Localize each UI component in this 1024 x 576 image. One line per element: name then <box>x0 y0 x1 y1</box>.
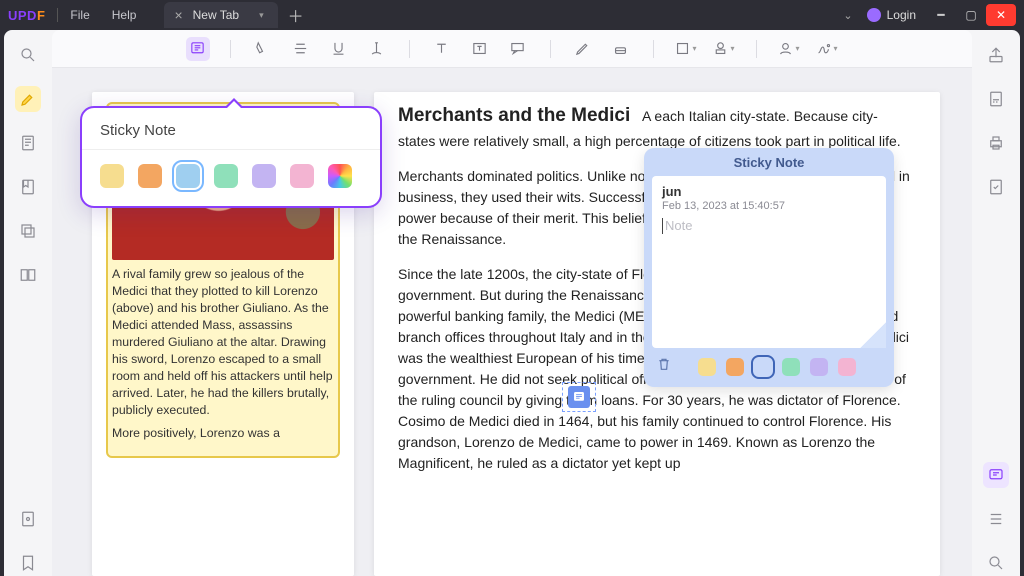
sticker-tool[interactable]: ▾ <box>777 37 801 61</box>
export-pdf-icon[interactable] <box>983 86 1009 112</box>
tab-new[interactable]: × New Tab ▾ <box>164 2 277 28</box>
panel-swatch-yellow[interactable] <box>698 358 716 376</box>
right-sidebar <box>972 30 1020 576</box>
menu-help[interactable]: Help <box>112 8 137 22</box>
swatch-purple[interactable] <box>252 164 276 188</box>
panel-swatch-blue[interactable] <box>754 358 772 376</box>
swatch-custom-color[interactable] <box>328 164 352 188</box>
app-brand: UPDF <box>8 8 45 23</box>
menu-file[interactable]: File <box>70 8 89 22</box>
zoom-icon[interactable] <box>983 550 1009 576</box>
dogear-icon <box>860 322 886 348</box>
popover-swatches <box>82 150 380 206</box>
bookmarks-icon[interactable] <box>15 174 41 200</box>
swatch-green[interactable] <box>214 164 238 188</box>
panel-swatch-orange[interactable] <box>726 358 744 376</box>
textbox-tool[interactable] <box>468 37 492 61</box>
stamp-tool[interactable]: ▾ <box>712 37 736 61</box>
underline-tool[interactable] <box>327 37 351 61</box>
sticky-note-tool[interactable] <box>186 37 210 61</box>
highlight-tool[interactable] <box>251 37 275 61</box>
sticky-note-panel[interactable]: Sticky Note jun Feb 13, 2023 at 15:40:57… <box>644 148 894 387</box>
tab-close-icon[interactable]: × <box>174 7 182 23</box>
window-minimize-button[interactable]: ━ <box>926 4 956 26</box>
panel-swatch-pink[interactable] <box>838 358 856 376</box>
comment-panel-icon[interactable] <box>983 462 1009 488</box>
compare-icon[interactable] <box>15 262 41 288</box>
share-icon[interactable] <box>983 42 1009 68</box>
pencil-tool[interactable] <box>571 37 595 61</box>
sticky-note-popover: Sticky Note <box>80 106 382 208</box>
sticky-panel-title: Sticky Note <box>644 148 894 176</box>
panel-swatch-green[interactable] <box>782 358 800 376</box>
signature-tool[interactable]: ▾ <box>815 37 839 61</box>
tab-add-button[interactable]: ＋ <box>288 3 304 27</box>
sticky-note-input[interactable]: Note <box>662 218 876 234</box>
popover-title: Sticky Note <box>82 108 380 150</box>
panel-swatch-purple[interactable] <box>810 358 828 376</box>
left-sidebar <box>4 30 52 576</box>
note-marker-icon[interactable] <box>568 386 590 408</box>
callout-text-1: A rival family grew so jealous of the Me… <box>112 266 334 419</box>
sticky-author: jun <box>662 184 876 199</box>
bookmark-ribbon-icon[interactable] <box>15 550 41 576</box>
swatch-orange[interactable] <box>138 164 162 188</box>
callout-tool[interactable] <box>506 37 530 61</box>
swatch-yellow[interactable] <box>100 164 124 188</box>
strikethrough-tool[interactable] <box>289 37 313 61</box>
window-maximize-button[interactable]: ▢ <box>956 4 986 26</box>
delete-note-button[interactable] <box>656 356 672 377</box>
annotate-tool-icon[interactable] <box>15 86 41 112</box>
swatch-blue[interactable] <box>176 164 200 188</box>
tab-dropdown-icon[interactable]: ▾ <box>259 10 264 21</box>
layers-icon[interactable] <box>15 218 41 244</box>
doc-heading: Merchants and the Medici <box>398 105 630 126</box>
list-view-icon[interactable] <box>983 506 1009 532</box>
tab-label: New Tab <box>193 8 239 22</box>
text-tool[interactable] <box>430 37 454 61</box>
annotation-toolbar: ▾ ▾ ▾ ▾ <box>52 30 972 68</box>
attachments-icon[interactable] <box>15 506 41 532</box>
flatten-icon[interactable] <box>983 174 1009 200</box>
print-icon[interactable] <box>983 130 1009 156</box>
tab-overflow-icon[interactable]: ⌄ <box>843 9 852 22</box>
sticky-timestamp: Feb 13, 2023 at 15:40:57 <box>662 200 876 212</box>
swatch-pink[interactable] <box>290 164 314 188</box>
page-thumbnails-icon[interactable] <box>15 130 41 156</box>
shape-tool[interactable]: ▾ <box>674 37 698 61</box>
squiggly-tool[interactable] <box>365 37 389 61</box>
avatar-icon <box>867 8 881 22</box>
login-button[interactable]: Login <box>867 8 916 22</box>
titlebar: UPDF File Help × New Tab ▾ ＋ ⌄ Login ━ ▢… <box>0 0 1024 30</box>
callout-text-2: More positively, Lorenzo was a <box>112 425 334 442</box>
eraser-tool[interactable] <box>609 37 633 61</box>
window-close-button[interactable]: ✕ <box>986 4 1016 26</box>
search-icon[interactable] <box>15 42 41 68</box>
